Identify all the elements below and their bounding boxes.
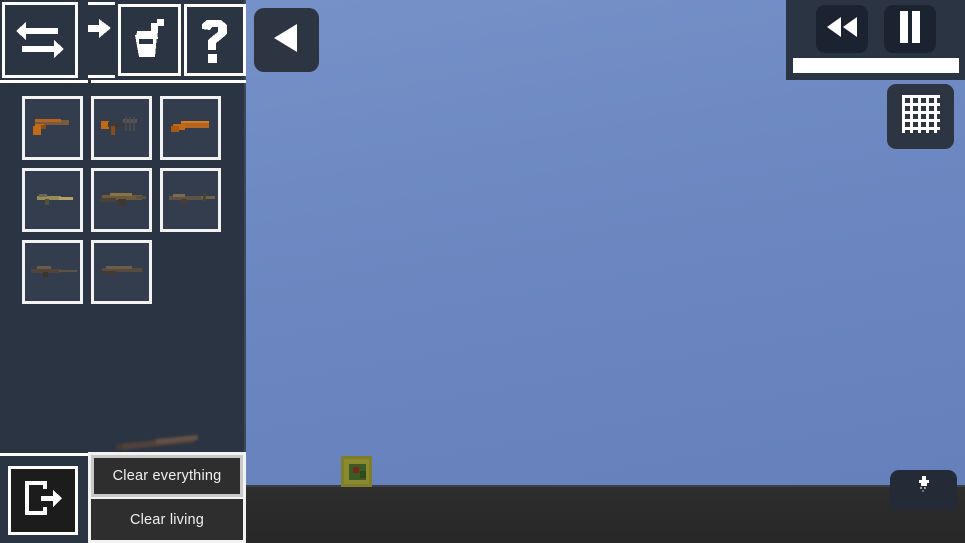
toolbar-underline <box>0 80 246 83</box>
slot-assault-rifle[interactable] <box>91 168 152 232</box>
dragged-weapon-preview <box>115 432 202 452</box>
rewind-button[interactable] <box>816 5 868 53</box>
arrow-button[interactable] <box>88 2 116 78</box>
crate-detail-green <box>360 471 366 478</box>
smg-short-icon <box>29 187 77 214</box>
pistol-icon <box>29 112 77 145</box>
slot-smg[interactable] <box>22 168 83 232</box>
slot-shotgun[interactable] <box>91 240 152 304</box>
paint-bucket-icon <box>127 17 171 63</box>
inventory-grid <box>22 96 222 304</box>
grid-toggle-button[interactable] <box>887 84 954 149</box>
spawn-button[interactable] <box>890 470 957 510</box>
clear-living-button[interactable]: Clear living <box>91 499 243 540</box>
slot-machine-pistol[interactable] <box>91 96 152 160</box>
crate-entity[interactable] <box>341 456 372 487</box>
pause-icon <box>898 10 922 48</box>
pause-button[interactable] <box>884 5 936 53</box>
swap-button[interactable] <box>2 2 78 78</box>
smg-icon <box>97 111 147 146</box>
sawed-off-icon <box>167 114 215 143</box>
paint-button[interactable] <box>118 4 181 76</box>
play-left-triangle-icon <box>270 21 304 60</box>
slot-sawed-off[interactable] <box>160 96 221 160</box>
arrow-right-icon <box>88 19 115 43</box>
bottom-divider <box>0 453 88 456</box>
playback-hud <box>786 0 965 80</box>
left-sidebar: Clear everything Clear living <box>0 0 246 543</box>
crate-detail-red <box>353 467 359 473</box>
spawn-person-icon <box>917 476 931 497</box>
slot-battle-rifle[interactable] <box>160 168 221 232</box>
swap-arrows-icon <box>14 18 66 62</box>
rewind-icon <box>825 15 859 44</box>
question-mark-icon <box>196 16 234 64</box>
assault-rifle-icon <box>96 186 148 215</box>
crate-inner <box>349 464 366 480</box>
slot-sniper-rifle[interactable] <box>22 240 83 304</box>
timeline-progress-bar[interactable] <box>793 58 959 73</box>
clear-everything-button[interactable]: Clear everything <box>91 455 243 497</box>
exit-button[interactable] <box>8 466 78 535</box>
slot-pistol[interactable] <box>22 96 83 160</box>
exit-door-icon <box>21 477 65 524</box>
toolbar-underline-gap <box>88 80 91 83</box>
clear-living-label: Clear living <box>129 511 205 528</box>
help-button[interactable] <box>183 4 246 76</box>
sidebar-toolbar <box>0 0 246 80</box>
back-button[interactable] <box>254 8 319 72</box>
clear-everything-label: Clear everything <box>112 468 222 484</box>
battle-rifle-icon <box>165 187 217 214</box>
sniper-rifle-icon <box>27 260 79 285</box>
grid-icon <box>901 94 941 139</box>
playback-controls <box>796 5 956 53</box>
shotgun-icon <box>96 260 148 285</box>
clear-buttons-panel: Clear everything Clear living <box>88 452 246 543</box>
